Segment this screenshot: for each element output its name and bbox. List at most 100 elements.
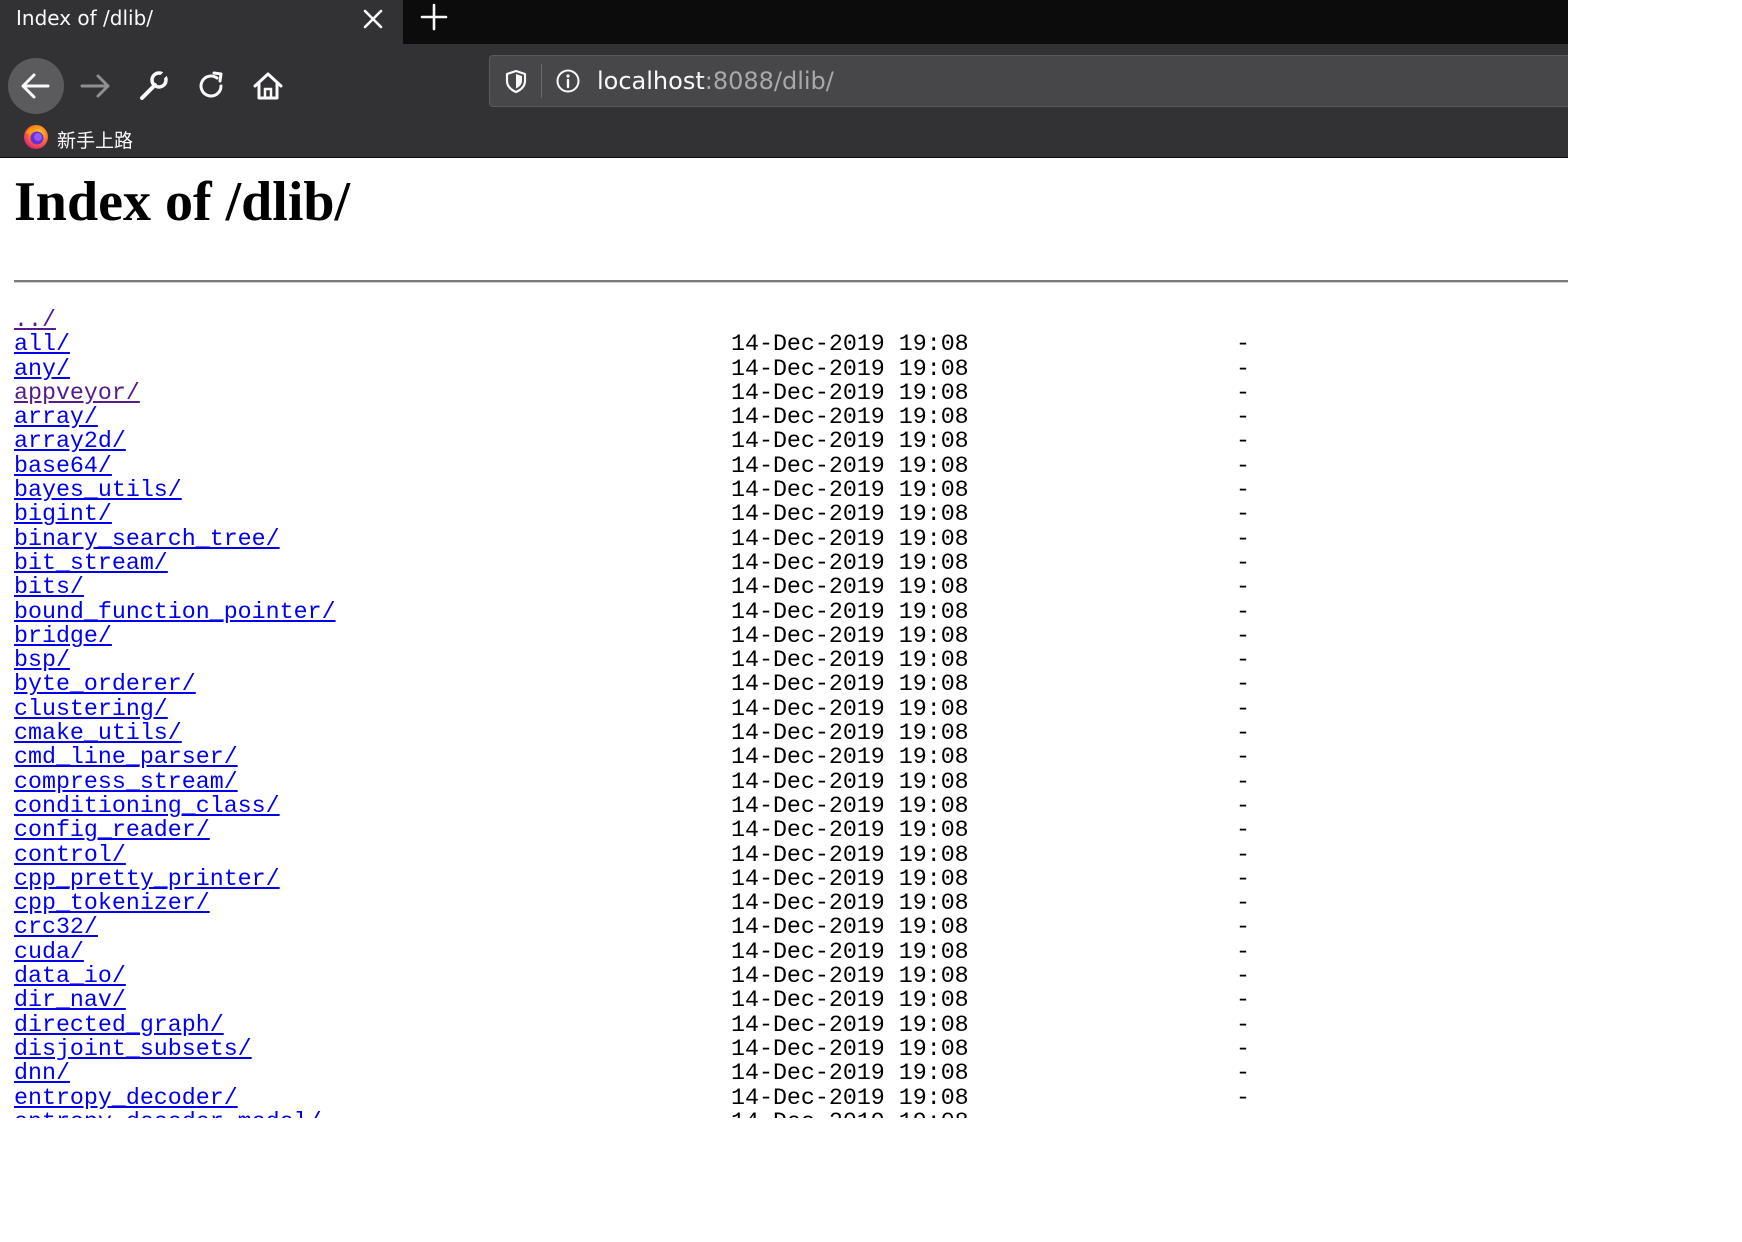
- modified-date: 14-Dec-2019 19:08: [731, 501, 969, 528]
- back-arrow-icon: [21, 73, 50, 99]
- directory-link[interactable]: directed_graph/: [14, 1012, 224, 1037]
- listing-row: compress_stream/14-Dec-2019 19:08 -: [14, 768, 1568, 795]
- directory-link[interactable]: crc32/: [14, 915, 98, 940]
- tab-strip: Index of /dlib/: [0, 0, 1568, 44]
- listing-row: dir_nav/14-Dec-2019 19:08 -: [14, 987, 1568, 1014]
- listing-row: array2d/14-Dec-2019 19:08 -: [14, 428, 1568, 455]
- url-text[interactable]: localhost:8088/dlib/: [597, 67, 834, 95]
- modified-date: 14-Dec-2019 19:08: [731, 1060, 969, 1087]
- file-size: -: [1236, 598, 1250, 625]
- directory-link[interactable]: bayes_utils/: [14, 478, 182, 503]
- home-icon[interactable]: [246, 64, 290, 108]
- active-tab[interactable]: Index of /dlib/: [0, 0, 403, 44]
- directory-link[interactable]: bits/: [14, 575, 84, 600]
- directory-link[interactable]: bsp/: [14, 648, 70, 673]
- directory-link[interactable]: any/: [14, 356, 70, 381]
- new-tab-icon[interactable]: [418, 1, 450, 33]
- listing-row: cuda/14-Dec-2019 19:08 -: [14, 938, 1568, 965]
- file-size: -: [1236, 792, 1250, 819]
- modified-date: 14-Dec-2019 19:08: [731, 452, 969, 479]
- bookmarks-toolbar: 新手上路: [0, 118, 1568, 158]
- directory-link[interactable]: cpp_tokenizer/: [14, 891, 210, 916]
- forward-button[interactable]: [74, 64, 118, 108]
- listing-row: disjoint_subsets/14-Dec-2019 19:08 -: [14, 1037, 1568, 1062]
- site-info-icon[interactable]: [554, 67, 582, 95]
- directory-link[interactable]: control/: [14, 842, 126, 867]
- file-size: -: [1236, 865, 1250, 892]
- directory-link[interactable]: bit_stream/: [14, 551, 168, 576]
- directory-link[interactable]: config_reader/: [14, 818, 210, 843]
- file-size: -: [1236, 720, 1250, 747]
- file-size: -: [1236, 1060, 1250, 1087]
- modified-date: 14-Dec-2019 19:08: [731, 404, 969, 431]
- close-tab-icon[interactable]: [359, 5, 387, 33]
- listing-row: bound_function_pointer/14-Dec-2019 19:08…: [14, 598, 1568, 625]
- directory-link[interactable]: dir_nav/: [14, 988, 126, 1013]
- modified-date: 14-Dec-2019 19:08: [731, 622, 969, 649]
- directory-link[interactable]: disjoint_subsets/: [14, 1037, 252, 1062]
- file-size: -: [1236, 574, 1250, 601]
- directory-link[interactable]: bigint/: [14, 502, 112, 527]
- navigation-toolbar: localhost:8088/dlib/: [0, 44, 1568, 118]
- modified-date: 14-Dec-2019 19:08: [731, 841, 969, 868]
- modified-date: 14-Dec-2019 19:08: [731, 355, 969, 382]
- modified-date: 14-Dec-2019 19:08: [731, 963, 969, 990]
- modified-date: 14-Dec-2019 19:08: [731, 695, 969, 722]
- directory-link[interactable]: array2d/: [14, 429, 126, 454]
- directory-link[interactable]: conditioning_class/: [14, 794, 280, 819]
- directory-link[interactable]: cuda/: [14, 939, 84, 964]
- directory-link[interactable]: binary_search_tree/: [14, 526, 280, 551]
- listing-row: crc32/14-Dec-2019 19:08 -: [14, 914, 1568, 941]
- directory-link[interactable]: cmake_utils/: [14, 721, 182, 746]
- wrench-icon[interactable]: [131, 64, 175, 108]
- directory-link[interactable]: appveyor/: [14, 381, 140, 406]
- modified-date: 14-Dec-2019 19:08: [731, 331, 969, 358]
- modified-date: 14-Dec-2019 19:08: [731, 744, 969, 771]
- file-size: -: [1236, 647, 1250, 674]
- listing-row: cmake_utils/14-Dec-2019 19:08 -: [14, 720, 1568, 747]
- modified-date: 14-Dec-2019 19:08: [731, 549, 969, 576]
- file-size: -: [1236, 452, 1250, 479]
- directory-link[interactable]: byte_orderer/: [14, 672, 196, 697]
- directory-link[interactable]: bridge/: [14, 624, 112, 649]
- back-button[interactable]: [8, 58, 64, 114]
- file-size: -: [1236, 938, 1250, 965]
- listing-row: cpp_pretty_printer/14-Dec-2019 19:08 -: [14, 865, 1568, 892]
- directory-listing: ../ all/14-Dec-2019 19:08 - any/14-Dec-201…: [14, 308, 1568, 1118]
- listing-row: directed_graph/14-Dec-2019 19:08 -: [14, 1012, 1568, 1037]
- modified-date: 14-Dec-2019 19:08: [731, 379, 969, 406]
- file-size: -: [1236, 695, 1250, 722]
- listing-row: bayes_utils/14-Dec-2019 19:08 -: [14, 478, 1568, 503]
- directory-link[interactable]: clustering/: [14, 696, 168, 721]
- directory-link[interactable]: entropy_decoder/: [14, 1085, 238, 1110]
- forward-arrow-icon: [80, 74, 110, 98]
- directory-link[interactable]: cpp_pretty_printer/: [14, 867, 280, 892]
- page-title: Index of /dlib/: [14, 171, 351, 233]
- directory-link[interactable]: all/: [14, 332, 70, 357]
- modified-date: 14-Dec-2019 19:08: [731, 428, 969, 455]
- directory-link[interactable]: entropy_decoder_model/: [14, 1109, 322, 1118]
- modified-date: 14-Dec-2019 19:08: [731, 987, 969, 1014]
- directory-link[interactable]: data_io/: [14, 964, 126, 989]
- modified-date: 14-Dec-2019 19:08: [731, 865, 969, 892]
- directory-link[interactable]: dnn/: [14, 1061, 70, 1086]
- parent-directory-row: ../: [14, 308, 1568, 333]
- listing-row: binary_search_tree/14-Dec-2019 19:08 -: [14, 526, 1568, 551]
- modified-date: 14-Dec-2019 19:08: [731, 1084, 969, 1111]
- directory-link[interactable]: array/: [14, 405, 98, 430]
- tracking-protection-shield-icon[interactable]: [502, 67, 530, 95]
- file-size: -: [1236, 379, 1250, 406]
- modified-date: 14-Dec-2019 19:08: [731, 598, 969, 625]
- directory-link[interactable]: compress_stream/: [14, 769, 238, 794]
- modified-date: 14-Dec-2019 19:08: [731, 914, 969, 941]
- directory-link[interactable]: cmd_line_parser/: [14, 745, 238, 770]
- listing-row: array/14-Dec-2019 19:08 -: [14, 404, 1568, 431]
- address-bar[interactable]: localhost:8088/dlib/: [489, 55, 1568, 107]
- directory-link[interactable]: base64/: [14, 453, 112, 478]
- reload-icon[interactable]: [189, 64, 233, 108]
- file-size: -: [1236, 768, 1250, 795]
- directory-link[interactable]: bound_function_pointer/: [14, 599, 336, 624]
- parent-directory-link[interactable]: ../: [14, 308, 56, 333]
- file-size: -: [1236, 987, 1250, 1014]
- firefox-logo-icon: [22, 123, 50, 151]
